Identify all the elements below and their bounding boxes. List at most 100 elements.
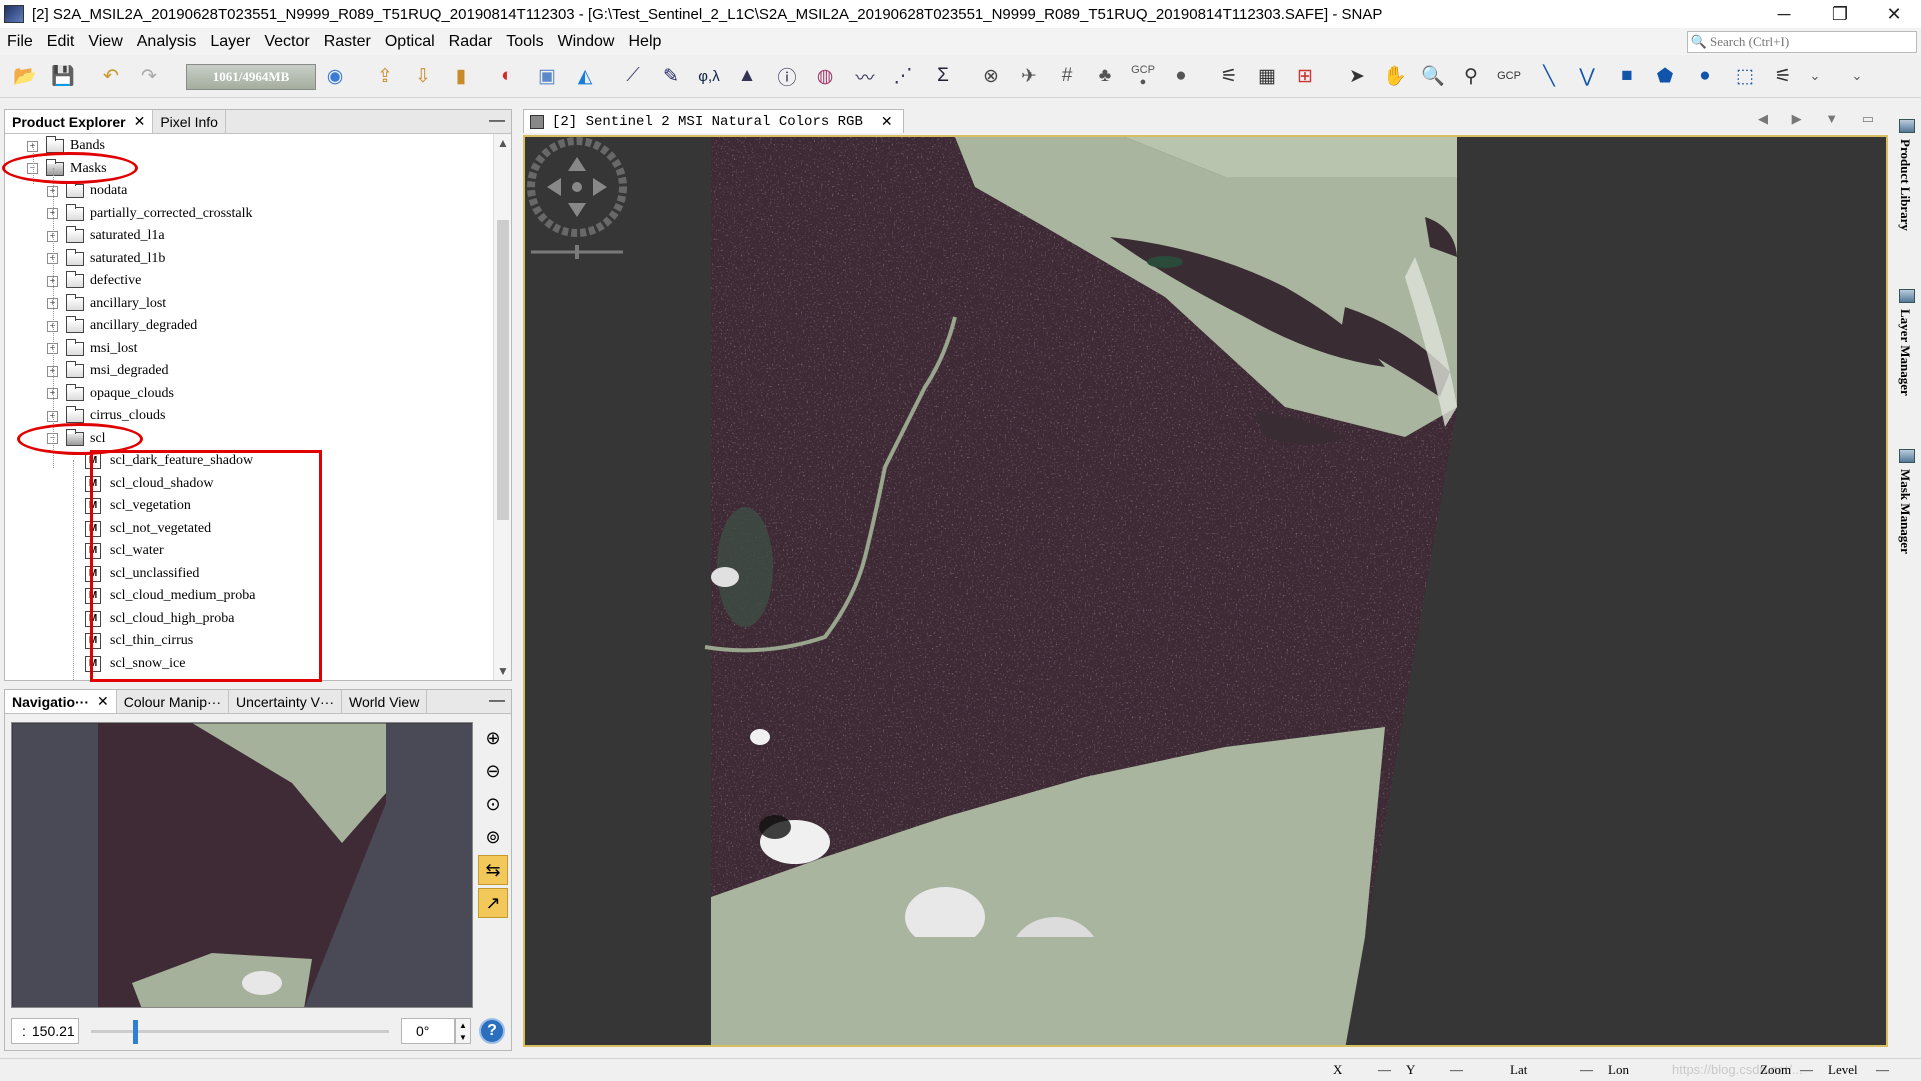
tree-folder-item[interactable]: + msi_lost <box>47 338 137 360</box>
tab-product-explorer[interactable]: Product Explorer ✕ <box>5 110 154 133</box>
rgb-view-icon[interactable]: ⊞ <box>1290 61 1320 91</box>
reproject-icon[interactable]: ▣ <box>532 61 562 91</box>
minimize-panel-button[interactable]: — <box>489 112 505 130</box>
zoom-factor-field[interactable]: :150.21 <box>11 1018 79 1044</box>
menu-help[interactable]: Help <box>621 33 668 51</box>
search-input[interactable] <box>1710 32 1910 52</box>
grid-icon[interactable]: ▦ <box>1252 61 1282 91</box>
rotation-spinner[interactable]: ▲ ▼ <box>455 1018 471 1044</box>
mask-manager-tab[interactable]: Mask Manager <box>1897 469 1913 554</box>
zoom-in-icon[interactable]: ⊕ <box>478 723 508 753</box>
menu-layer[interactable]: Layer <box>203 33 257 51</box>
ellipse-tool-icon[interactable]: ● <box>1690 61 1720 91</box>
menu-analysis[interactable]: Analysis <box>130 33 204 51</box>
polyline-tool-icon[interactable]: ⋁ <box>1572 61 1602 91</box>
band-table-icon[interactable]: ⚟ <box>1214 61 1244 91</box>
memory-usage-indicator[interactable]: 1061/4964MB <box>186 64 316 90</box>
product-library-tab[interactable]: Product Library <box>1897 139 1913 231</box>
pin-icon[interactable]: ✈ <box>1014 61 1044 91</box>
menu-edit[interactable]: Edit <box>40 33 82 51</box>
graticule-icon[interactable]: # <box>1052 61 1082 91</box>
profile-plot-icon[interactable]: ✎ <box>656 61 686 91</box>
menu-optical[interactable]: Optical <box>378 33 442 51</box>
zoom-slider-knob[interactable] <box>133 1020 138 1044</box>
mask-manager-icon[interactable] <box>1899 449 1915 463</box>
scrollbar-thumb[interactable] <box>497 220 509 520</box>
gcp-tool-icon[interactable]: GCP <box>1494 61 1524 91</box>
histogram-icon[interactable]: ▲ <box>732 61 762 91</box>
menu-file[interactable]: File <box>0 33 40 51</box>
tree-folder-item[interactable]: + partially_corrected_crosstalk <box>47 203 252 225</box>
undo-icon[interactable]: ↶ <box>96 61 126 91</box>
minimize-panel-button[interactable]: — <box>489 692 505 710</box>
tree-folder-item[interactable]: + opaque_clouds <box>47 383 174 405</box>
menu-radar[interactable]: Radar <box>442 33 500 51</box>
band-maths-icon[interactable]: ▮ <box>446 61 476 91</box>
layer-manager-icon[interactable] <box>1899 289 1915 303</box>
select-tool-icon[interactable]: ➤ <box>1342 61 1372 91</box>
magic-wand-icon[interactable]: ⚟ <box>1768 61 1798 91</box>
menu-tools[interactable]: Tools <box>499 33 550 51</box>
tab-pixel-info[interactable]: Pixel Info <box>153 110 226 133</box>
polygon-tool-icon[interactable]: ⬟ <box>1650 61 1680 91</box>
phi-lambda-icon[interactable]: φ,λ <box>694 61 724 91</box>
mask-tool-icon[interactable]: ⟋ <box>618 61 648 91</box>
menu-vector[interactable]: Vector <box>257 33 316 51</box>
rotation-field[interactable]: 0° <box>401 1018 455 1044</box>
spin-down-icon[interactable]: ▼ <box>459 1033 467 1042</box>
zoom-tool-icon[interactable]: 🔍 <box>1418 61 1448 91</box>
tree-folder-item[interactable]: + defective <box>47 270 141 292</box>
image-canvas[interactable] <box>523 135 1888 1047</box>
tree-folder-item[interactable]: + saturated_l1b <box>47 248 165 270</box>
world-map-icon[interactable]: ◉ <box>320 61 350 91</box>
menu-view[interactable]: View <box>81 33 129 51</box>
tab-colour-manipulation[interactable]: Colour Manip··· <box>117 690 229 713</box>
zoom-slider[interactable] <box>91 1020 389 1044</box>
range-finder-icon[interactable]: ⬚ <box>1730 61 1760 91</box>
scroll-down-icon[interactable]: ▼ <box>497 664 509 678</box>
tree-scrollbar[interactable]: ▲ ▼ <box>493 134 511 680</box>
pin-placing-icon[interactable]: ⚲ <box>1456 61 1486 91</box>
navigation-overview-image[interactable] <box>11 722 473 1008</box>
tree-folder-item[interactable]: + msi_degraded <box>47 360 169 382</box>
tab-navigation[interactable]: Navigatio··· ✕ <box>5 690 117 713</box>
tree-folder-item[interactable]: + saturated_l1a <box>47 225 165 247</box>
product-library-icon[interactable] <box>1899 119 1915 133</box>
tab-world-view[interactable]: World View <box>342 690 428 713</box>
menu-raster[interactable]: Raster <box>317 33 378 51</box>
rectangle-tool-icon[interactable]: ■ <box>1612 61 1642 91</box>
zoom-pixel-icon[interactable]: ⊙ <box>478 789 508 819</box>
save-product-icon[interactable]: 💾 <box>48 61 78 91</box>
scroll-up-icon[interactable]: ▲ <box>497 136 509 150</box>
redo-icon[interactable]: ↷ <box>134 61 164 91</box>
statistics-icon[interactable]: ⋰ <box>888 61 918 91</box>
pan-tool-icon[interactable]: ✋ <box>1380 61 1410 91</box>
layer-icon[interactable]: ● <box>1166 61 1196 91</box>
zoom-out-icon[interactable]: ⊖ <box>478 756 508 786</box>
import-raster-icon[interactable]: ⇪ <box>370 61 400 91</box>
close-button[interactable]: ✕ <box>1866 0 1921 28</box>
minimize-button[interactable]: ─ <box>1756 0 1812 28</box>
help-button[interactable]: ? <box>479 1018 505 1044</box>
spectrum-icon[interactable]: ◭ <box>570 61 600 91</box>
correlative-plot-icon[interactable]: 〰 <box>850 61 880 91</box>
scatter-plot-icon[interactable]: ◍ <box>810 61 840 91</box>
spin-up-icon[interactable]: ▲ <box>459 1021 467 1030</box>
tab-sentinel-natural-colors[interactable]: [2] Sentinel 2 MSI Natural Colors RGB ✕ <box>523 109 904 133</box>
search-box[interactable]: 🔍 <box>1687 31 1917 53</box>
open-product-icon[interactable]: 📂 <box>10 61 40 91</box>
close-icon[interactable]: ✕ <box>134 113 146 130</box>
restore-button[interactable]: ❐ <box>1812 0 1868 28</box>
close-icon[interactable]: ✕ <box>97 693 109 710</box>
information-icon[interactable]: ⓘ <box>772 61 802 91</box>
close-icon[interactable]: ✕ <box>881 113 893 130</box>
tab-uncertainty-visualisation[interactable]: Uncertainty V··· <box>229 690 343 713</box>
view-navigation-arrows[interactable]: ◀ ▶ ▼ ▭ <box>1758 111 1884 127</box>
sync-views-icon[interactable]: ⇆ <box>478 855 508 885</box>
tree-folder-item[interactable]: + ancillary_lost <box>47 293 166 315</box>
gcp-manager-icon[interactable]: GCP ● <box>1128 61 1158 91</box>
rgb-image-icon[interactable]: ◐ <box>492 61 522 91</box>
zoom-all-icon[interactable]: ⊚ <box>478 822 508 852</box>
menu-window[interactable]: Window <box>551 33 622 51</box>
overlay-icon[interactable]: ♣ <box>1090 61 1120 91</box>
